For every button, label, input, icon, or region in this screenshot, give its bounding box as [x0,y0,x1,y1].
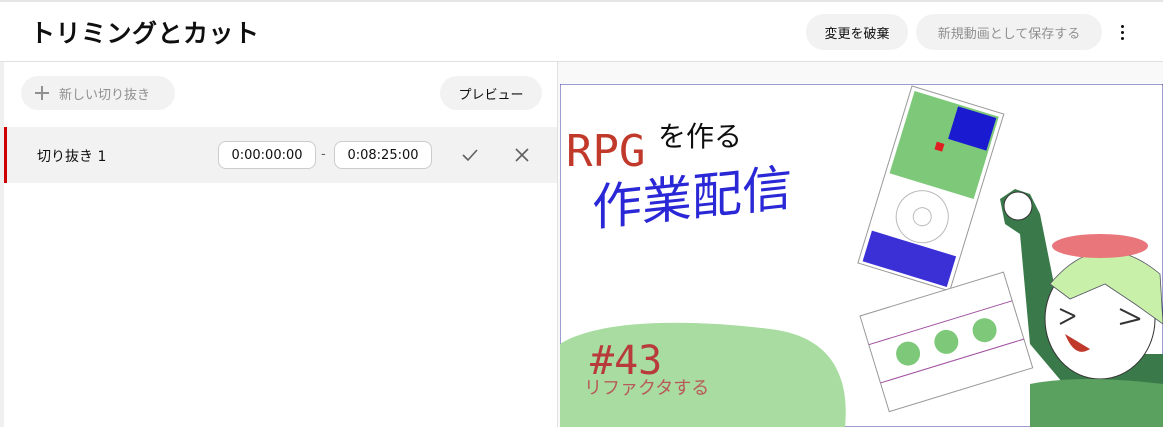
thumb-title-rpg: RPG [566,126,645,177]
more-options-icon[interactable] [1112,20,1132,44]
discard-changes-button[interactable]: 変更を破棄 [806,14,908,50]
new-clip-label: 新しい切り抜き [59,87,151,103]
save-as-new-video-button[interactable]: 新規動画として保存する [916,14,1102,50]
top-bar: トリミングとカット 変更を破棄 新規動画として保存する [0,0,1163,62]
clip-row[interactable]: 切り抜き 1 0:00:00:00 - 0:08:25:00 [4,127,557,183]
plus-icon [35,86,49,100]
clip-start-time-input[interactable]: 0:00:00:00 [218,141,316,169]
video-thumbnail: RPG を作る 作業配信 #43 リファクタする [560,84,1163,427]
new-clip-button[interactable]: 新しい切り抜き [21,76,175,110]
check-icon[interactable] [459,144,481,166]
thumb-title-suffix: を作る [658,120,742,153]
clip-label: 切り抜き 1 [37,149,107,165]
preview-button[interactable]: プレビュー [440,76,542,110]
page-title: トリミングとカット [30,19,260,48]
time-separator: - [321,147,326,162]
close-icon[interactable] [511,144,533,166]
clip-list-panel [0,62,558,427]
thumb-subtitle: リファクタする [584,378,709,399]
clip-end-time-input[interactable]: 0:08:25:00 [334,141,432,169]
